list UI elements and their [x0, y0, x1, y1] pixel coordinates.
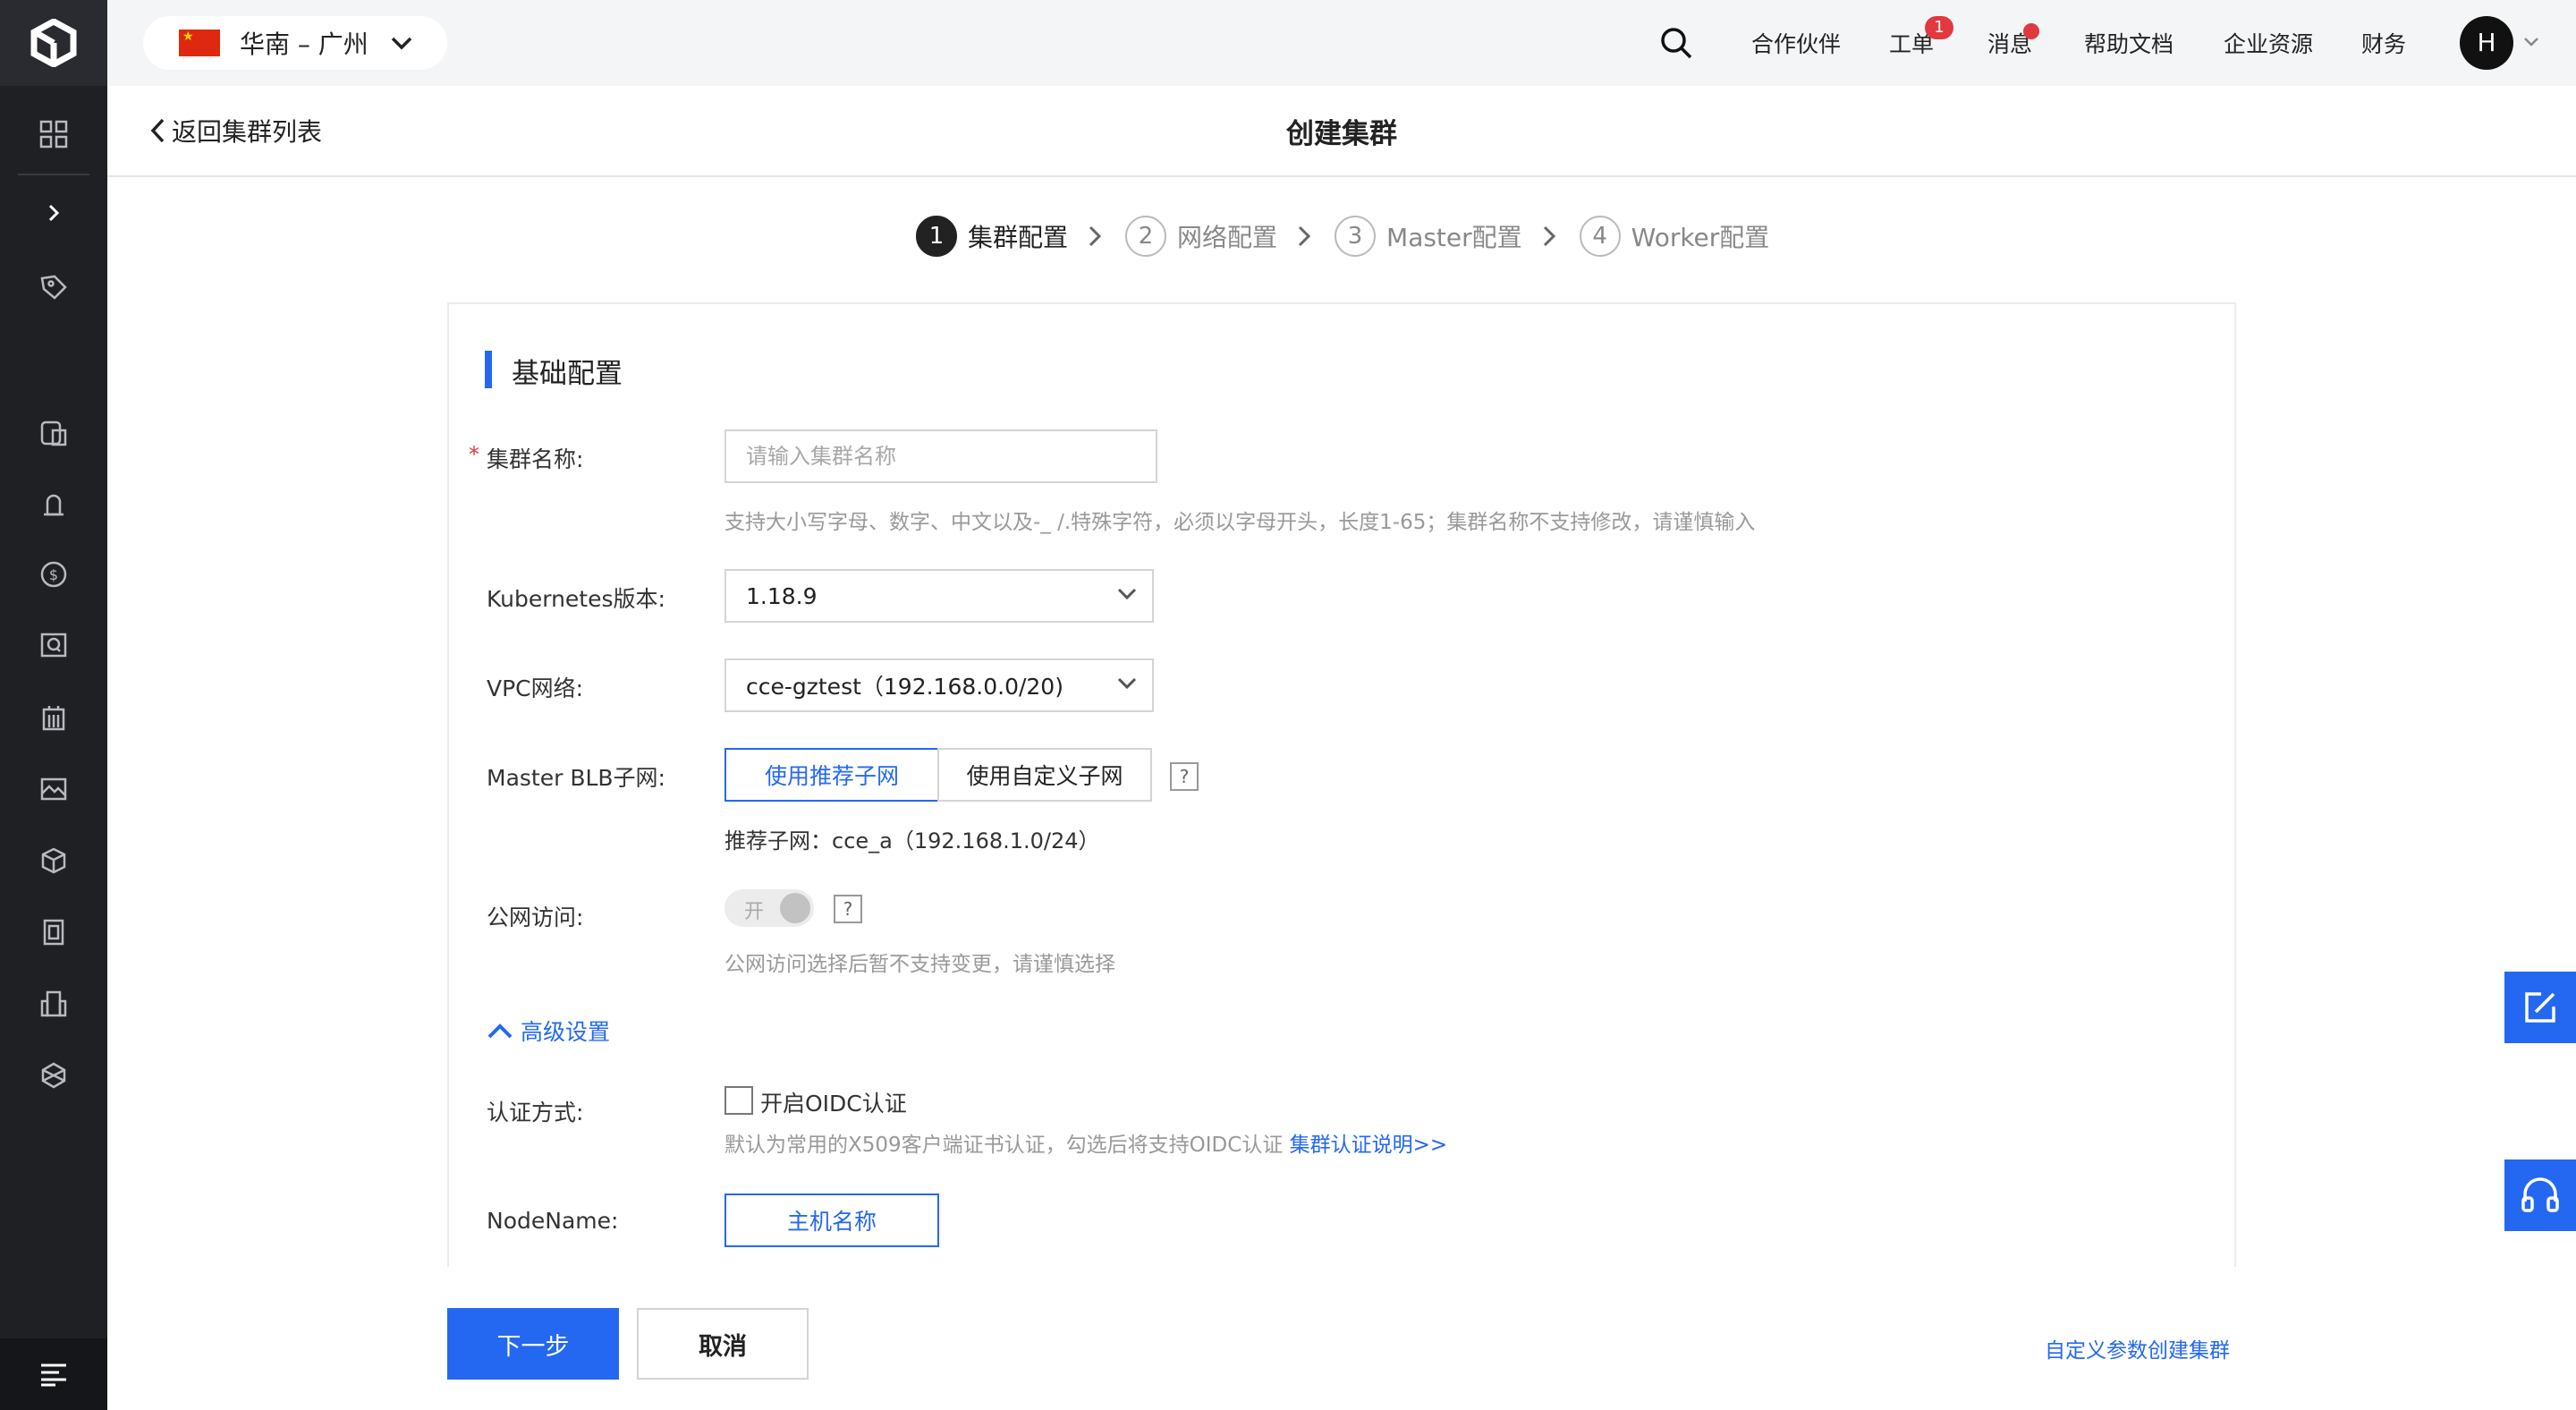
database-icon[interactable] — [32, 412, 75, 454]
step-label: 集群配置 — [968, 223, 1069, 252]
support-button[interactable] — [2504, 1159, 2576, 1231]
cluster-name-input[interactable] — [724, 429, 1157, 483]
nav-enterprise[interactable]: 企业资源 — [2224, 27, 2313, 59]
step-4: 4 Worker配置 — [1579, 216, 1770, 257]
nodename-label: NodeName: — [487, 1208, 619, 1234]
help-icon[interactable]: ? — [834, 895, 862, 923]
k8s-version-select[interactable]: 1.18.9 — [724, 569, 1154, 623]
chevron-down-icon — [1117, 588, 1137, 600]
step-indicator: 1 集群配置 2 网络配置 3 Master配置 4 Worker配置 — [916, 215, 1769, 258]
toggle-knob — [780, 893, 810, 923]
sub-header: 返回集群列表 创建集群 — [107, 86, 2576, 177]
step-3: 3 Master配置 — [1335, 216, 1522, 257]
chevron-up-icon — [487, 1024, 513, 1039]
feedback-button[interactable] — [2504, 972, 2576, 1043]
expand-chevron-icon[interactable] — [32, 191, 75, 234]
section-title: 基础配置 — [512, 358, 623, 390]
page-title: 创建集群 — [1286, 118, 1397, 150]
office-icon[interactable] — [32, 982, 75, 1025]
section-title-bar — [485, 351, 492, 388]
search-icon[interactable] — [1658, 25, 1694, 61]
document-icon[interactable] — [32, 911, 75, 954]
help-icon[interactable]: ? — [1170, 762, 1199, 791]
chevron-down-icon — [1117, 677, 1137, 690]
nav-tickets[interactable]: 工单 1 — [1889, 16, 1953, 59]
vpc-label: VPC网络: — [487, 675, 584, 701]
auth-hint-text: 默认为常用的X509客户端证书认证，勾选后将支持OIDC认证 — [724, 1134, 1284, 1157]
cancel-button[interactable]: 取消 — [637, 1308, 809, 1380]
step-2: 2 网络配置 — [1125, 216, 1277, 257]
step-1: 1 集群配置 — [916, 216, 1068, 257]
nav-docs[interactable]: 帮助文档 — [2084, 27, 2174, 59]
k8s-version-label: Kubernetes版本: — [487, 586, 665, 612]
chevron-down-icon[interactable] — [2522, 36, 2540, 48]
oidc-checkbox-label[interactable]: 开启OIDC认证 — [760, 1086, 907, 1118]
step-number: 4 — [1579, 216, 1621, 257]
cluster-name-hint: 支持大小写字母、数字、中文以及-_ /.特殊字符，必须以字母开头，长度1-65；… — [724, 511, 1756, 534]
cube-network-icon[interactable] — [32, 1054, 75, 1097]
china-flag-icon — [179, 30, 220, 56]
building-icon[interactable] — [32, 696, 75, 739]
custom-subnet-option[interactable]: 使用自定义子网 — [937, 748, 1152, 802]
menu-toggle[interactable] — [0, 1338, 107, 1410]
custom-params-link[interactable]: 自定义参数创建集群 — [2045, 1333, 2230, 1363]
messages-dot — [2023, 23, 2039, 39]
auth-doc-link[interactable]: 集群认证说明>> — [1290, 1134, 1448, 1157]
hostname-option[interactable]: 主机名称 — [724, 1193, 939, 1247]
step-number: 1 — [916, 216, 957, 257]
svg-text:$: $ — [49, 566, 58, 583]
cluster-name-label: 集群名称: — [487, 446, 584, 472]
public-access-toggle[interactable]: 开 — [724, 889, 814, 927]
nav-partners[interactable]: 合作伙伴 — [1751, 27, 1841, 59]
package-icon[interactable] — [32, 839, 75, 882]
billing-icon[interactable]: $ — [32, 553, 75, 596]
step-label: Master配置 — [1386, 223, 1522, 252]
step-label: Worker配置 — [1631, 223, 1770, 252]
logo-icon — [30, 19, 77, 67]
advanced-settings-toggle[interactable]: 高级设置 — [487, 1015, 610, 1047]
chevron-right-icon — [1088, 225, 1102, 248]
nav-messages[interactable]: 消息 — [1987, 23, 2039, 59]
oidc-checkbox[interactable] — [724, 1086, 753, 1115]
public-access-label: 公网访问: — [487, 905, 584, 930]
region-selector[interactable]: 华南 – 广州 — [143, 16, 447, 70]
logo[interactable] — [0, 0, 107, 86]
menu-lines-icon — [41, 1363, 66, 1387]
next-step-button[interactable]: 下一步 — [447, 1308, 619, 1380]
dashboard-icon[interactable] — [32, 113, 75, 156]
blb-subnet-label: Master BLB子网: — [487, 765, 665, 791]
sidebar-divider — [18, 174, 89, 175]
chevron-right-icon — [1297, 225, 1311, 248]
tag-icon[interactable] — [32, 267, 75, 310]
required-asterisk: * — [469, 442, 479, 467]
public-access-hint: 公网访问选择后暂不支持变更，请谨慎选择 — [724, 953, 1115, 976]
monitor-search-icon[interactable] — [32, 624, 75, 667]
bell-icon[interactable] — [32, 483, 75, 526]
edit-icon — [2525, 992, 2555, 1023]
recommended-subnet-option[interactable]: 使用推荐子网 — [724, 748, 939, 802]
region-label: 华南 – 广州 — [240, 30, 369, 59]
vpc-select[interactable]: cce-gztest（192.168.0.0/20) — [724, 658, 1154, 712]
advanced-settings-label: 高级设置 — [521, 1019, 611, 1045]
step-number: 2 — [1125, 216, 1167, 257]
chevron-right-icon — [1542, 225, 1556, 248]
headset-icon — [2521, 1177, 2559, 1212]
footer-bar: 下一步 取消 自定义参数创建集群 — [107, 1267, 2576, 1410]
top-header: 华南 – 广州 合作伙伴 工单 1 消息 帮助文档 企业资源 财务 H — [107, 0, 2576, 86]
recommended-subnet-text: 推荐子网：cce_a（192.168.1.0/24） — [724, 828, 1100, 854]
toggle-text: 开 — [744, 901, 765, 923]
chevron-down-icon — [391, 37, 412, 50]
form-card: 基础配置 * 集群名称: 支持大小写字母、数字、中文以及-_ /.特殊字符，必须… — [447, 302, 2236, 1269]
step-label: 网络配置 — [1177, 223, 1278, 252]
tickets-badge: 1 — [1925, 16, 1953, 39]
vpc-value: cce-gztest（192.168.0.0/20) — [746, 674, 1063, 700]
sidebar: $ — [0, 0, 107, 1410]
image-icon[interactable] — [32, 768, 75, 811]
auth-hint: 默认为常用的X509客户端证书认证，勾选后将支持OIDC认证 集群认证说明>> — [724, 1127, 1447, 1158]
avatar[interactable]: H — [2460, 16, 2513, 70]
auth-method-label: 认证方式: — [487, 1100, 584, 1125]
nav-finance[interactable]: 财务 — [2361, 27, 2406, 59]
k8s-version-value: 1.18.9 — [746, 582, 818, 609]
step-number: 3 — [1335, 216, 1377, 257]
